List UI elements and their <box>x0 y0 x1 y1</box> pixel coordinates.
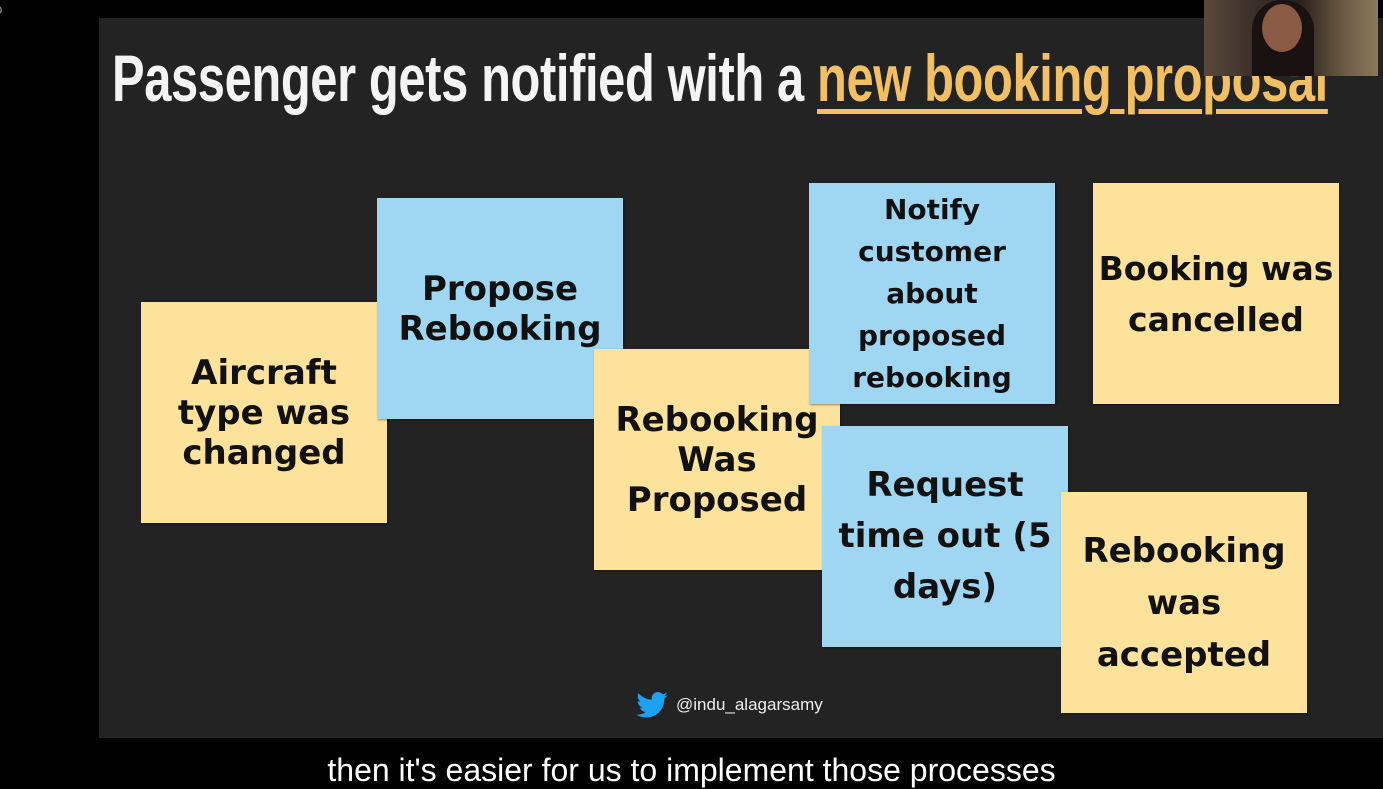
corner-artifact: o <box>0 2 3 18</box>
sticky-notify-customer: Notify customer about proposed rebooking <box>809 183 1055 404</box>
sticky-request-timeout: Request time out (5 days) <box>822 426 1068 647</box>
twitter-handle: @indu_alagarsamy <box>636 692 823 718</box>
sticky-rebooking-accepted: Rebooking was accepted <box>1061 492 1307 713</box>
sticky-aircraft-type-changed: Aircraft type was changed <box>141 302 387 523</box>
twitter-bird-icon <box>636 692 668 718</box>
sticky-booking-cancelled: Booking was cancelled <box>1093 183 1339 404</box>
webcam-video <box>1204 0 1378 76</box>
title-text: Passenger gets notified with a <box>112 41 818 115</box>
subtitle-caption: then it's easier for us to implement tho… <box>327 752 1056 788</box>
sticky-propose-rebooking: Propose Rebooking <box>377 198 623 419</box>
sticky-rebooking-was-proposed: Rebooking Was Proposed <box>594 349 840 570</box>
slide-title: Passenger gets notified with a new booki… <box>112 40 1328 116</box>
twitter-handle-text: @indu_alagarsamy <box>676 695 823 714</box>
